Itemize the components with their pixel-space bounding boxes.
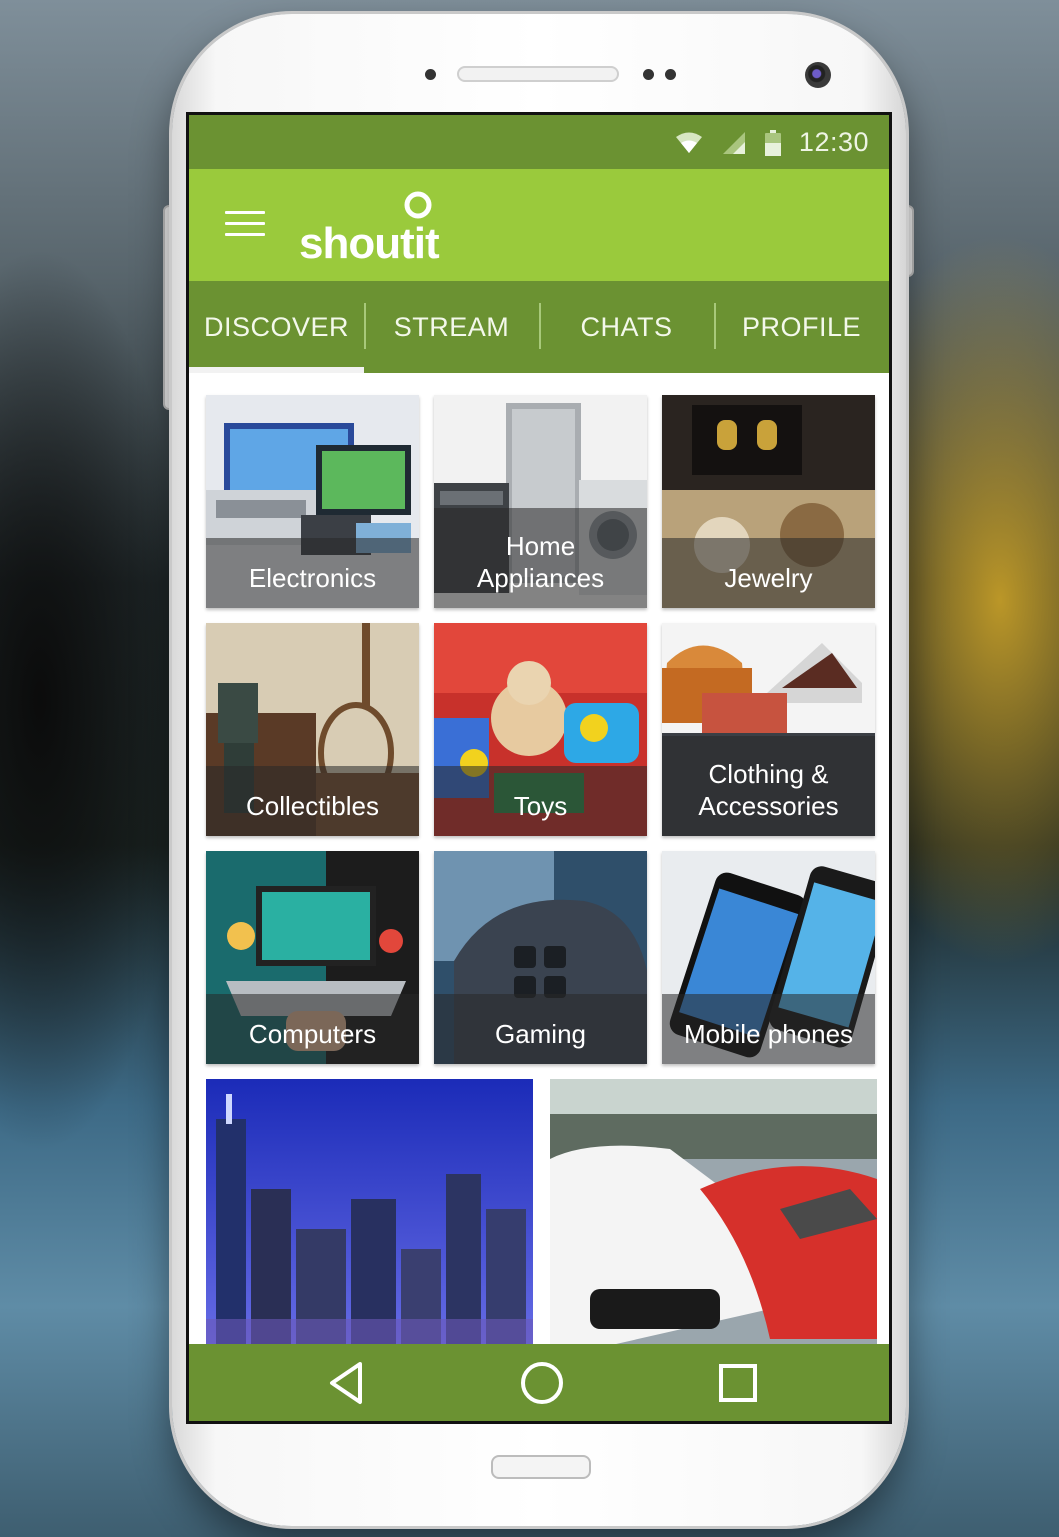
home-circle-icon[interactable] xyxy=(517,1358,567,1408)
status-clock: 12:30 xyxy=(798,127,869,157)
system-nav-bar xyxy=(189,1344,889,1421)
hamburger-menu-icon[interactable] xyxy=(225,211,265,241)
app-screen: 12:30 shoutit DISCOVER STREAM CHATS PROF… xyxy=(186,112,892,1424)
category-label: Computers xyxy=(206,994,419,1064)
category-tile-collectibles[interactable]: Collectibles xyxy=(206,623,419,836)
category-label: Clothing & Accessories xyxy=(662,736,875,836)
category-tile-jewelry[interactable]: Jewelry xyxy=(662,395,875,608)
category-label: Mobile phones xyxy=(662,994,875,1064)
category-tile-mobile-phones[interactable]: Mobile phones xyxy=(662,851,875,1064)
category-tile-electronics[interactable]: Electronics xyxy=(206,395,419,608)
sports-cars-lot-image xyxy=(550,1079,877,1350)
recents-square-icon[interactable] xyxy=(713,1358,763,1408)
tab-bar: DISCOVER STREAM CHATS PROFILE xyxy=(189,281,889,373)
wifi-icon xyxy=(675,132,702,153)
location-pin-icon xyxy=(404,191,432,219)
category-label: Gaming xyxy=(434,994,647,1064)
category-label: Toys xyxy=(434,766,647,836)
city-skyline-night-image xyxy=(206,1079,533,1350)
proximity-sensor-icon xyxy=(425,69,436,80)
phone-home-key[interactable] xyxy=(491,1455,591,1479)
sensor-dot-icon xyxy=(665,69,676,80)
category-tile-toys[interactable]: Toys xyxy=(434,623,647,836)
featured-tile-city[interactable] xyxy=(206,1079,533,1350)
category-label: Collectibles xyxy=(206,766,419,836)
category-tile-home-appliances[interactable]: Home Appliances xyxy=(434,395,647,608)
category-label: Electronics xyxy=(206,538,419,608)
category-grid: Electronics Home Appliances Jewelry Coll… xyxy=(189,373,889,1350)
tab-profile[interactable]: PROFILE xyxy=(714,281,889,373)
category-label: Home Appliances xyxy=(434,508,647,608)
earpiece-speaker xyxy=(457,66,619,82)
category-tile-gaming[interactable]: Gaming xyxy=(434,851,647,1064)
status-bar: 12:30 xyxy=(189,115,889,169)
category-label: Jewelry xyxy=(662,538,875,608)
back-triangle-icon[interactable] xyxy=(322,1358,372,1408)
tab-discover[interactable]: DISCOVER xyxy=(189,281,364,373)
cellular-signal-icon xyxy=(722,131,745,154)
app-bar: shoutit xyxy=(189,169,889,281)
shoutit-logo: shoutit xyxy=(299,219,440,268)
category-tile-clothing-accessories[interactable]: Clothing & Accessories xyxy=(662,623,875,836)
front-camera-icon xyxy=(805,62,831,88)
featured-tile-cars[interactable] xyxy=(550,1079,877,1350)
sensor-dot-icon xyxy=(643,69,654,80)
battery-icon xyxy=(764,129,781,156)
tab-stream[interactable]: STREAM xyxy=(364,281,539,373)
tab-chats[interactable]: CHATS xyxy=(539,281,714,373)
category-tile-computers[interactable]: Computers xyxy=(206,851,419,1064)
